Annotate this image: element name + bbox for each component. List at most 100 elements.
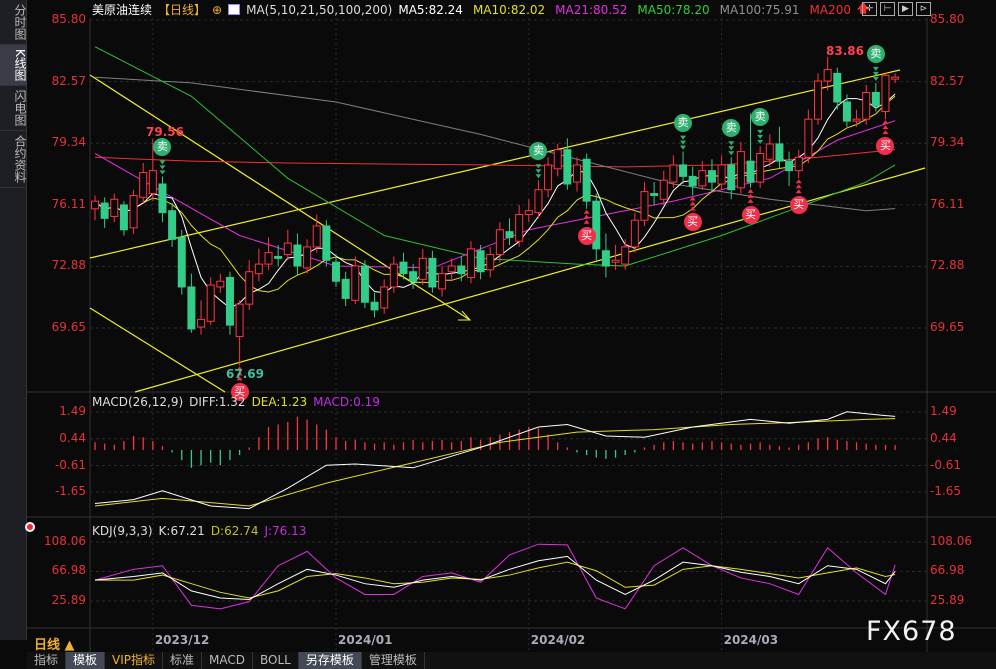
- period-selector[interactable]: 日线 ▲: [34, 634, 75, 653]
- kdj-title: KDJ(9,3,3): [92, 524, 153, 538]
- ma10-line: [94, 95, 896, 293]
- signal-arrow: [882, 125, 889, 130]
- price-tick-left: 82.57: [51, 73, 86, 88]
- candle-body: [341, 278, 350, 299]
- candle: [765, 134, 774, 167]
- kdj-header: KDJ(9,3,3) K:67.21 D:62.74 J:76.13: [92, 524, 306, 538]
- candle-body: [881, 74, 890, 113]
- candle-body: [707, 170, 716, 183]
- candle-body: [669, 164, 678, 183]
- candle: [197, 300, 206, 335]
- candle-body: [746, 160, 755, 183]
- price-tick-right: 82.57: [930, 73, 965, 88]
- candle-body: [553, 149, 562, 170]
- candle-body: [312, 225, 321, 248]
- candle: [862, 84, 871, 125]
- candle: [100, 197, 109, 228]
- candle-body: [871, 91, 880, 107]
- candle-body: [225, 276, 234, 326]
- candle-body: [399, 261, 408, 275]
- signal-arrow: [159, 160, 166, 165]
- trendline[interactable]: [89, 69, 901, 259]
- kdj-j: J:76.13: [264, 524, 307, 538]
- candle-body: [409, 271, 418, 282]
- candle: [534, 180, 543, 219]
- bottom-tab-5[interactable]: BOLL: [253, 652, 299, 669]
- kdj-tick-left: 66.98: [51, 563, 86, 578]
- candle: [119, 201, 128, 236]
- candle-body: [544, 164, 553, 191]
- candle: [158, 176, 167, 223]
- dea-line: [94, 418, 896, 507]
- candle: [659, 170, 668, 205]
- bottom-tab-7[interactable]: 管理模板: [362, 652, 425, 669]
- candle: [823, 56, 832, 91]
- chart-canvas[interactable]: [0, 0, 996, 669]
- candle-body: [129, 194, 138, 229]
- candle-body: [360, 265, 369, 303]
- candle-body: [495, 229, 504, 256]
- candle: [573, 157, 581, 192]
- candle: [650, 182, 659, 205]
- candle-body: [582, 158, 591, 202]
- candle: [592, 193, 601, 261]
- signal-buy: 买: [789, 196, 808, 215]
- signal-arrow: [872, 66, 879, 71]
- candle-body: [601, 250, 610, 267]
- price-tick-right: 69.65: [930, 319, 965, 334]
- macd-diff: DIFF:1.32: [189, 395, 246, 409]
- candle: [110, 193, 119, 223]
- candle-body: [765, 143, 774, 160]
- signal-arrow: [728, 146, 735, 151]
- candle: [332, 254, 340, 287]
- candle: [438, 266, 447, 297]
- signal-arrow: [689, 201, 696, 206]
- candle: [466, 241, 475, 284]
- candle: [756, 145, 765, 188]
- bottom-tab-3[interactable]: 标准: [163, 652, 203, 669]
- bottom-tab-0[interactable]: 指标: [27, 652, 67, 669]
- signal-buy: 买: [741, 205, 760, 224]
- x-tick-label: 2023/12: [154, 633, 210, 647]
- candle-body: [380, 286, 389, 309]
- high-annotation: 79.56: [146, 125, 184, 139]
- macd-tick-right: -0.61: [930, 457, 962, 472]
- signal-arrow: [535, 169, 542, 174]
- candle-body: [264, 252, 273, 265]
- candle: [245, 260, 254, 310]
- bottom-tab-6[interactable]: 另存模板: [298, 652, 362, 669]
- signal-arrow: [583, 219, 590, 224]
- candle: [216, 273, 225, 293]
- signal-arrow: [159, 170, 166, 175]
- candle-body: [139, 172, 148, 198]
- price-tick-left: 69.65: [51, 319, 86, 334]
- candle-body: [563, 149, 572, 185]
- candle-body: [515, 214, 524, 242]
- candle: [351, 256, 360, 305]
- kdj-k: K:67.21: [158, 524, 205, 538]
- candle-body: [659, 179, 668, 200]
- signal-arrow: [872, 76, 879, 81]
- settings-icon[interactable]: [25, 522, 35, 532]
- candle-body: [148, 170, 157, 195]
- candle: [370, 292, 379, 318]
- candle-body: [621, 246, 630, 265]
- bottom-tab-4[interactable]: MACD: [202, 652, 254, 669]
- signal-buy: 买: [577, 226, 596, 245]
- signal-arrow: [757, 129, 764, 134]
- bottom-tab-2[interactable]: VIP指标: [105, 652, 164, 669]
- candle-body: [785, 160, 794, 172]
- signal-arrow: [795, 184, 802, 189]
- candle-body: [457, 265, 466, 275]
- candle-body: [235, 303, 244, 338]
- candle-body: [245, 271, 254, 305]
- candle-body: [486, 254, 495, 271]
- price-tick-right: 79.34: [930, 135, 965, 150]
- bottom-tab-1[interactable]: 模板: [66, 652, 106, 669]
- candle-body: [717, 164, 726, 185]
- macd-value: MACD:0.19: [313, 395, 380, 409]
- candle-body: [650, 193, 659, 196]
- candle: [225, 271, 234, 335]
- candle-body: [322, 225, 331, 261]
- candle-body: [177, 236, 186, 288]
